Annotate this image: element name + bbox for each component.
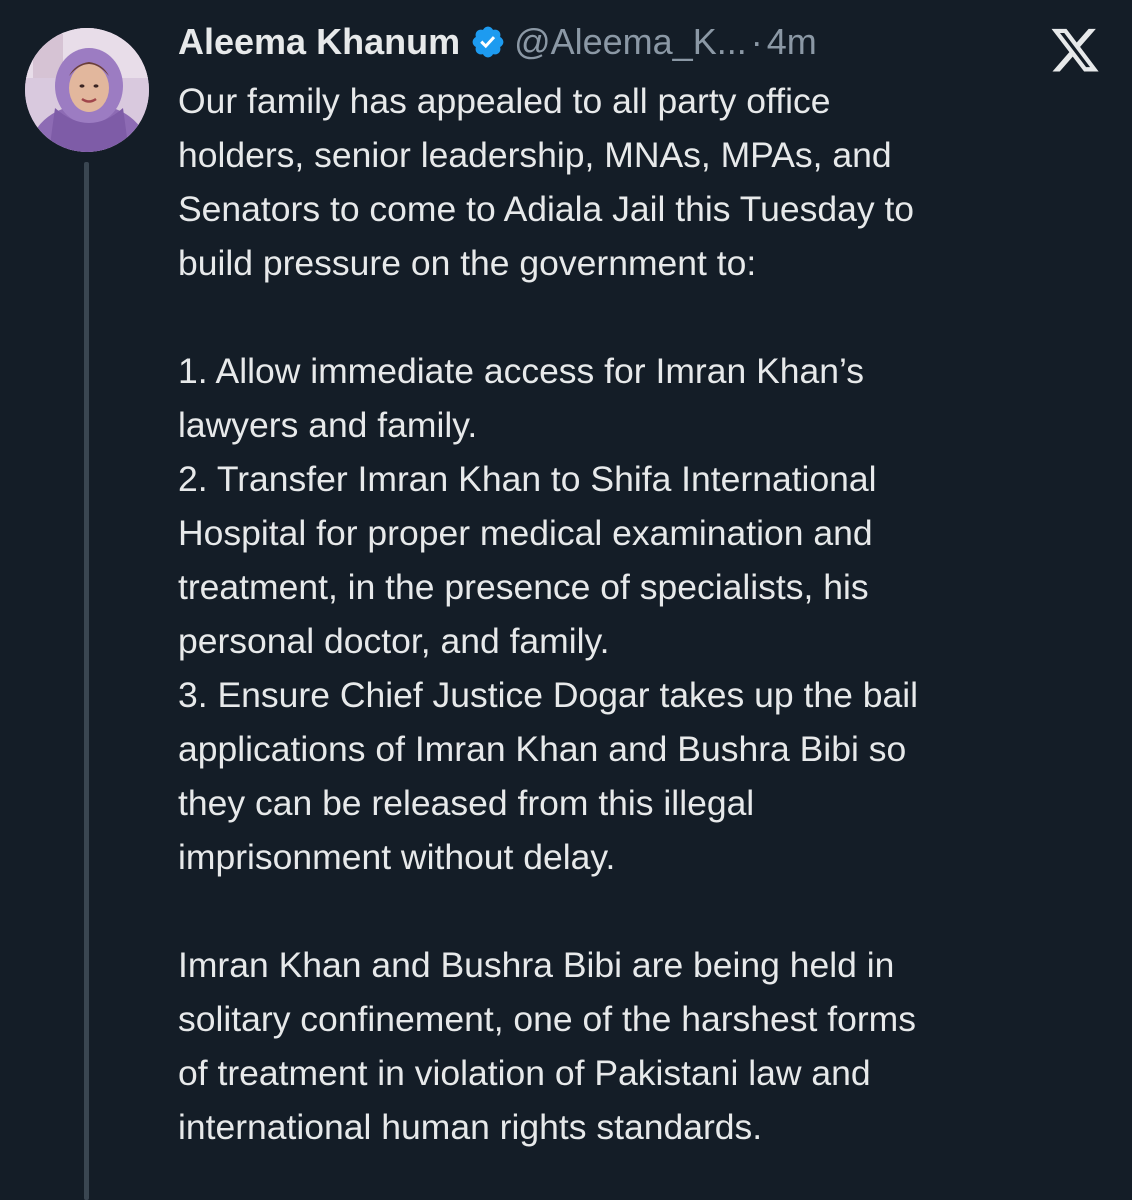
tweet-timestamp[interactable]: 4m [767,18,817,66]
tweet-text-line: applications of Imran Khan and Bushra Bi… [178,729,907,769]
tweet-text-line: lawyers and family. [178,405,478,445]
tweet-text-line: 3. Ensure Chief Justice Dogar takes up t… [178,675,918,715]
author-handle[interactable]: @Aleema_K... [514,18,747,66]
verified-badge-icon [470,24,506,60]
tweet-text-line: Hospital for proper medical examination … [178,513,873,553]
header-separator: · [750,21,763,62]
tweet-text-line: personal doctor, and family. [178,621,610,661]
tweet-text-line: imprisonment without delay. [178,837,616,877]
tweet-text-line: 1. Allow immediate access for Imran Khan… [178,351,864,391]
tweet-text-line: Imran Khan and Bushra Bibi are being hel… [178,945,895,985]
tweet-text-line: treatment, in the presence of specialist… [178,567,869,607]
tweet-header: Aleema Khanum @Aleema_K... · 4m [178,18,817,66]
tweet-text-line: 2. Transfer Imran Khan to Shifa Internat… [178,459,877,499]
avatar[interactable] [25,28,149,152]
tweet-text-line: of treatment in violation of Pakistani l… [178,1053,871,1093]
tweet-text-line: international human rights standards. [178,1107,763,1147]
x-logo-icon[interactable] [1046,24,1104,72]
tweet-text-line: they can be released from this illegal [178,783,755,823]
author-name[interactable]: Aleema Khanum [178,18,460,66]
tweet-text-line: holders, senior leadership, MNAs, MPAs, … [178,135,892,175]
tweet-text-line: Senators to come to Adiala Jail this Tue… [178,189,915,229]
tweet-card: Aleema Khanum @Aleema_K... · 4m Our fami… [0,0,1132,1200]
tweet-text-line: Our family has appealed to all party off… [178,81,831,121]
tweet-body: Our family has appealed to all party off… [178,74,1118,1154]
thread-line [84,162,89,1200]
tweet-text-line: solitary confinement, one of the harshes… [178,999,916,1039]
tweet-text-line: build pressure on the government to: [178,243,757,283]
